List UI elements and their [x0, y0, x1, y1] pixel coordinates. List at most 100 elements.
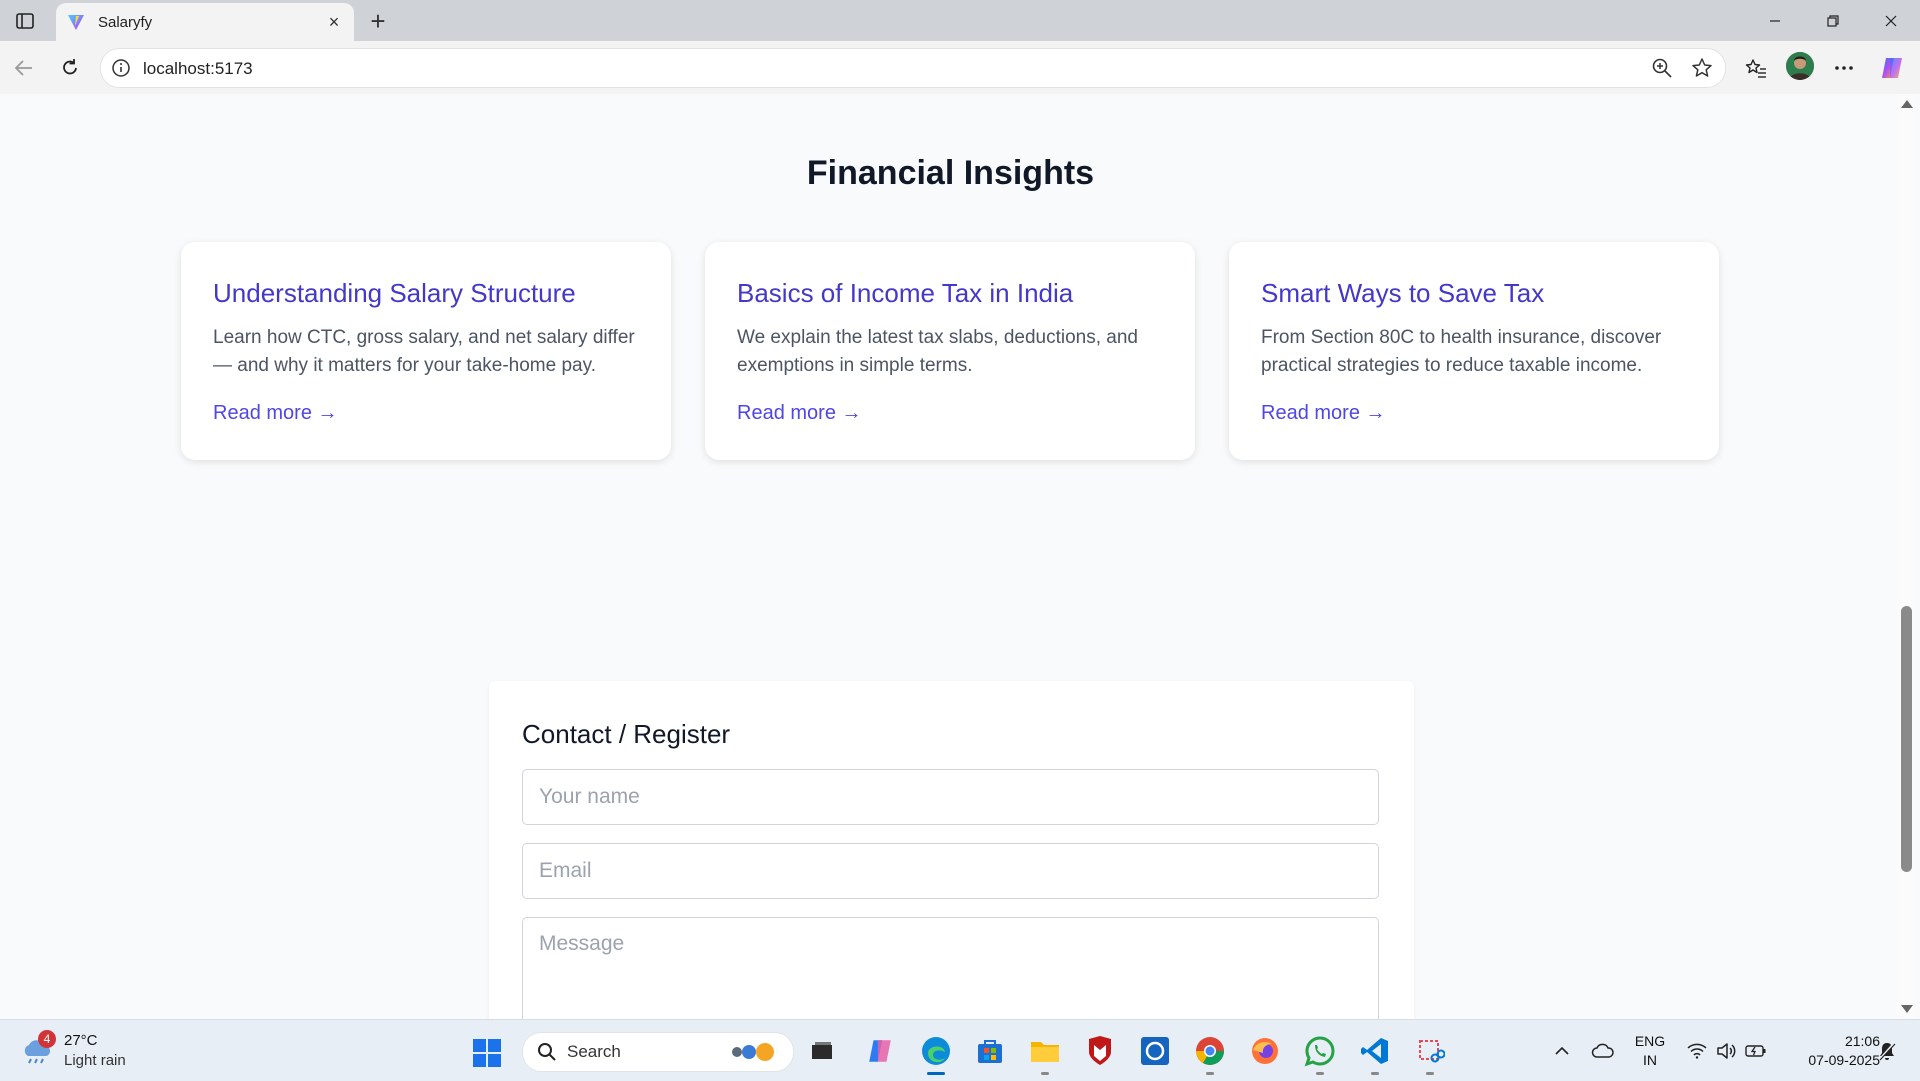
address-bar[interactable]: localhost:5173 [100, 48, 1726, 88]
refresh-button[interactable] [52, 51, 88, 85]
contact-form-card: Contact / Register [489, 681, 1414, 1019]
back-arrow-icon [14, 60, 32, 76]
favorites-button[interactable] [1738, 51, 1774, 85]
message-textarea[interactable] [522, 917, 1379, 1019]
show-hidden-icons-button[interactable] [1550, 1020, 1574, 1081]
card-description: We explain the latest tax slabs, deducti… [737, 327, 1139, 376]
copilot-app-button[interactable] [862, 1033, 898, 1069]
region-code: IN [1643, 1052, 1657, 1068]
notification-bell-icon [1878, 1040, 1896, 1061]
cloud-icon [1591, 1043, 1614, 1058]
folder-icon [1031, 1042, 1059, 1062]
clock-date: 07-09-2025 [1808, 1052, 1880, 1068]
scrollbar-thumb[interactable] [1901, 606, 1912, 872]
wifi-button[interactable] [1684, 1020, 1710, 1081]
insight-card: Understanding Salary Structure Learn how… [181, 242, 671, 460]
edge-app-button[interactable] [918, 1033, 954, 1075]
name-input[interactable] [522, 769, 1379, 825]
mcafee-app-button[interactable] [1082, 1033, 1118, 1069]
snipping-tool-icon [1419, 1040, 1445, 1063]
volume-icon [1717, 1042, 1736, 1059]
contact-form-title: Contact / Register [522, 719, 731, 749]
card-title: Basics of Income Tax in India [737, 278, 1074, 308]
email-input[interactable] [522, 843, 1379, 899]
search-icon [538, 1043, 556, 1061]
running-app-indicator [1371, 1072, 1379, 1075]
search-label: Search [567, 1042, 621, 1061]
new-tab-button[interactable]: + [362, 5, 394, 37]
close-icon [1885, 15, 1897, 26]
favorites-list-icon [1745, 59, 1766, 78]
card-description: Learn how CTC, gross salary, and net sal… [213, 327, 635, 376]
windows-start-icon[interactable] [472, 1038, 502, 1068]
whatsapp-app-button[interactable] [1302, 1033, 1338, 1075]
weather-description: Light rain [64, 1052, 126, 1069]
clock[interactable]: 21:06 07-09-2025 [1780, 1032, 1880, 1070]
taskbar-search[interactable]: Search [522, 1032, 794, 1072]
section-title: Financial Insights [806, 154, 1095, 192]
task-view-button[interactable] [804, 1033, 840, 1069]
copilot-app-icon [869, 1040, 891, 1062]
read-more-link[interactable]: Read more → [1261, 402, 1386, 425]
scroll-up-arrow-icon[interactable] [1901, 100, 1913, 108]
read-more-link[interactable]: Read more → [737, 402, 862, 425]
language-indicator[interactable]: ENG IN [1625, 1032, 1675, 1070]
blue-app-button[interactable] [1137, 1033, 1173, 1069]
task-view-icon [812, 1042, 832, 1059]
mcafee-shield-icon [1089, 1036, 1111, 1065]
vscode-app-button[interactable] [1357, 1033, 1393, 1075]
insight-card: Smart Ways to Save Tax From Section 80C … [1229, 242, 1719, 460]
zoom-icon[interactable] [1651, 57, 1673, 79]
tab-actions-button[interactable] [10, 7, 40, 35]
more-options-button[interactable] [1826, 51, 1862, 85]
store-app-button[interactable] [972, 1033, 1008, 1069]
notifications-button[interactable] [1872, 1020, 1902, 1081]
battery-button[interactable] [1742, 1020, 1770, 1081]
clock-time: 21:06 [1844, 1033, 1880, 1049]
browser-tab-strip: Salaryfy × + [0, 0, 1920, 41]
profile-avatar[interactable] [1786, 52, 1814, 80]
firefox-app-button[interactable] [1247, 1033, 1283, 1069]
close-window-button[interactable] [1862, 0, 1920, 41]
vite-logo-icon [66, 12, 86, 32]
restore-button[interactable] [1804, 0, 1862, 41]
file-explorer-button[interactable] [1027, 1033, 1063, 1075]
volume-button[interactable] [1713, 1020, 1739, 1081]
chrome-app-button[interactable] [1192, 1033, 1228, 1075]
url-text[interactable]: localhost:5173 [143, 59, 253, 79]
read-more-link[interactable]: Read more → [213, 402, 338, 425]
site-info-icon[interactable] [111, 58, 131, 78]
restore-icon [1827, 14, 1839, 27]
search-highlight-icon [732, 1043, 774, 1061]
running-app-indicator [1206, 1072, 1214, 1075]
minimize-button[interactable] [1746, 0, 1804, 41]
favorite-star-icon[interactable] [1691, 57, 1713, 79]
card-title: Smart Ways to Save Tax [1261, 278, 1545, 308]
battery-charging-icon [1745, 1044, 1766, 1057]
tab-close-icon[interactable]: × [320, 8, 348, 36]
onedrive-button[interactable] [1588, 1020, 1618, 1081]
back-button[interactable] [6, 51, 42, 85]
page-scrollbar[interactable] [1897, 94, 1916, 1019]
app-square-icon [1141, 1037, 1169, 1065]
chrome-icon [1196, 1037, 1224, 1065]
store-icon [978, 1040, 1002, 1063]
copilot-button[interactable] [1874, 51, 1910, 85]
chevron-up-icon [1555, 1046, 1569, 1055]
weather-widget[interactable]: 4 27°C Light rain [20, 1028, 170, 1074]
browser-toolbar: localhost:5173 [0, 41, 1920, 94]
active-tab[interactable]: Salaryfy × [56, 3, 354, 41]
running-app-indicator [1426, 1072, 1434, 1075]
running-app-indicator [1041, 1072, 1049, 1075]
weather-alert-badge: 4 [38, 1030, 56, 1048]
copilot-icon [1882, 58, 1902, 78]
active-app-indicator [927, 1072, 945, 1075]
language-code: ENG [1634, 1033, 1666, 1049]
refresh-icon [63, 59, 77, 75]
whatsapp-icon [1304, 1036, 1335, 1067]
scroll-down-arrow-icon[interactable] [1901, 1005, 1913, 1013]
snipping-tool-button[interactable] [1412, 1033, 1448, 1075]
more-horizontal-icon [1835, 66, 1853, 70]
edge-icon [922, 1037, 950, 1065]
sidebar-toggle-icon [16, 13, 34, 29]
